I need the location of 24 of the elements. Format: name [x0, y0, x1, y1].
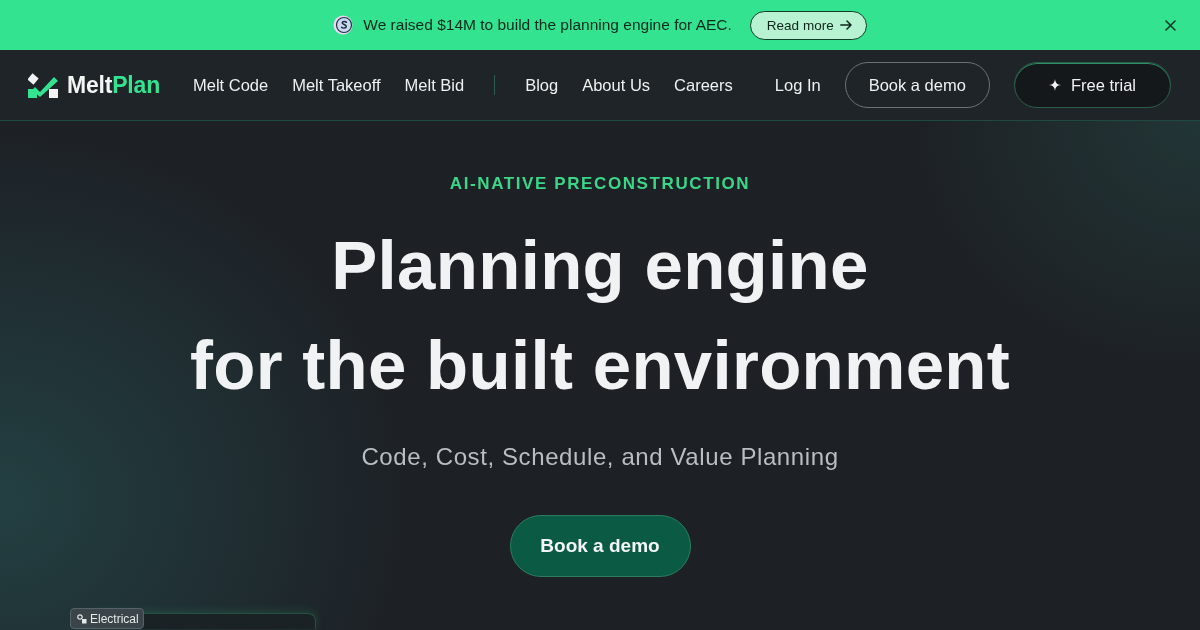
arrow-right-icon [839, 20, 852, 30]
nav-link[interactable]: Melt Bid [404, 75, 465, 95]
nav-link[interactable]: Blog [525, 75, 559, 95]
hero-subtitle: Code, Cost, Schedule, and Value Planning [361, 442, 839, 472]
hero-title: for the built environment [189, 326, 1011, 406]
nav-link[interactable]: Careers [674, 75, 733, 95]
shapes-icon [77, 613, 87, 624]
coin-icon [333, 15, 354, 35]
read-more-button[interactable]: Read more [749, 10, 867, 40]
book-demo-button[interactable]: Book a demo [509, 515, 691, 577]
logo-wordmark[interactable]: MeltPlan [67, 71, 160, 99]
category-tag: Electrical [70, 608, 144, 629]
nav-link[interactable]: Melt Code [193, 75, 269, 95]
close-icon [1164, 19, 1176, 31]
hero-title: Planning engine [331, 226, 869, 306]
free-trial-button[interactable]: Free trial [1013, 62, 1171, 108]
logo-icon [28, 72, 58, 98]
nav-link[interactable]: About Us [582, 75, 651, 95]
sparkle-icon [1048, 79, 1061, 91]
hero-eyebrow: AI-NATIVE PRECONSTRUCTION [449, 173, 751, 195]
close-button[interactable] [1162, 17, 1178, 33]
login-link[interactable]: Log In [774, 75, 821, 95]
nav-link[interactable]: Melt Takeoff [292, 75, 381, 95]
announcement-text: We raised $14M to build the planning engine for AEC. [363, 16, 732, 34]
